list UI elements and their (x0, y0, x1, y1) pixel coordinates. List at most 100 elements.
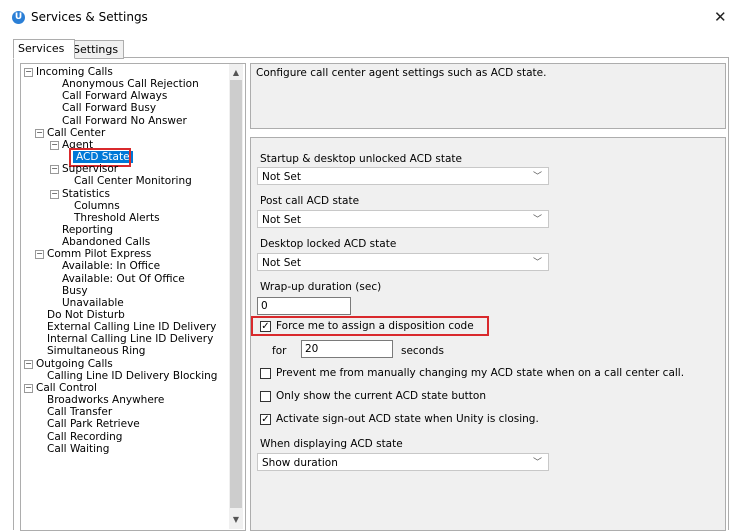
collapse-icon[interactable]: − (35, 128, 44, 138)
tree-item[interactable]: Call Forward No Answer (61, 115, 188, 127)
tree-item[interactable]: Call Forward Always (61, 90, 168, 102)
display-acd-label: When displaying ACD state (260, 438, 403, 450)
tree-item-label: Call Control (36, 381, 97, 394)
tree-item[interactable]: Busy (61, 285, 89, 297)
tree-item-label: Busy (62, 284, 88, 297)
prevent-acd-change-label: Prevent me from manually changing my ACD… (276, 367, 685, 379)
tree-item-label: Outgoing Calls (36, 357, 113, 370)
only-show-current-checkbox[interactable] (260, 391, 271, 402)
tree-item[interactable]: Call Waiting (46, 443, 110, 455)
chevron-down-icon: ﹀ (532, 458, 542, 468)
tree-item-label: Columns (74, 199, 120, 212)
checkmark-icon: ✓ (261, 414, 270, 425)
collapse-icon[interactable]: − (24, 68, 33, 77)
tree-item-label: Call Forward Busy (62, 102, 157, 115)
description-text: Configure call center agent settings suc… (256, 67, 547, 79)
display-acd-select[interactable]: Show duration ﹀ (257, 453, 549, 471)
window-title: Services & Settings (31, 10, 148, 24)
tree-item-label: Available: Out Of Office (62, 272, 185, 285)
scrollbar-thumb[interactable] (230, 80, 242, 508)
tree-item-label: Unavailable (62, 296, 124, 309)
tree-item[interactable]: Call Park Retrieve (46, 418, 141, 430)
tree-item[interactable]: Abandoned Calls (61, 236, 151, 248)
post-call-acd-label: Post call ACD state (260, 195, 360, 207)
for-label: for (272, 345, 287, 357)
prevent-acd-change-checkbox[interactable] (260, 368, 271, 379)
tree-item[interactable]: Call Recording (46, 431, 123, 443)
services-tree[interactable]: − Incoming Calls Anonymous Call Rejection C… (21, 64, 231, 530)
tree-item-label: Incoming Calls (36, 66, 113, 78)
scroll-up-icon[interactable]: ▲ (229, 66, 243, 80)
tree-item-label: Do Not Disturb (47, 309, 125, 321)
tree-item[interactable]: Broadworks Anywhere (46, 394, 165, 406)
tree-item[interactable]: Reporting (61, 224, 114, 236)
tree-item[interactable]: Do Not Disturb (46, 309, 126, 321)
activate-signout-checkbox[interactable]: ✓ (260, 414, 271, 425)
tree-item[interactable]: Available: In Office (61, 260, 161, 272)
tree-item-label: Call Center Monitoring (74, 175, 192, 188)
display-acd-value: Show duration (262, 457, 338, 469)
tree-item-label: Available: In Office (62, 260, 161, 273)
tree-item[interactable]: Columns (73, 200, 121, 212)
tree-item-label: Call Park Retrieve (47, 418, 140, 431)
wrapup-duration-input[interactable]: 0 (257, 297, 351, 315)
tree-item[interactable]: External Calling Line ID Delivery (46, 321, 217, 333)
tree-item-label: Call Recording (47, 430, 123, 443)
tree-item[interactable]: − Supervisor (50, 163, 119, 176)
services-tree-panel: − Incoming Calls Anonymous Call Rejection C… (20, 63, 246, 531)
tree-item[interactable]: Call Transfer (46, 406, 113, 418)
tree-item[interactable]: Call Forward Busy (61, 102, 157, 114)
tree-item[interactable]: Calling Line ID Delivery Blocking (46, 370, 218, 382)
collapse-icon[interactable]: − (50, 140, 59, 150)
chevron-down-icon: ﹀ (532, 172, 542, 182)
tree-scrollbar[interactable]: ▲ ▼ (229, 64, 243, 529)
locked-acd-label: Desktop locked ACD state (260, 238, 397, 250)
tree-item[interactable]: − Incoming Calls (24, 66, 114, 78)
tree-item[interactable]: Call Center Monitoring (73, 175, 193, 187)
tree-item[interactable]: Anonymous Call Rejection (61, 78, 200, 90)
tree-item[interactable]: Unavailable (61, 297, 125, 309)
disposition-seconds-input[interactable]: 20 (301, 340, 393, 358)
wrapup-duration-label: Wrap-up duration (sec) (260, 281, 382, 293)
unity-app-icon: U (12, 11, 25, 24)
tree-item-label: Call Forward Always (62, 90, 168, 103)
startup-acd-label: Startup & desktop unlocked ACD state (260, 153, 462, 165)
post-call-acd-value: Not Set (262, 214, 301, 226)
only-show-current-label: Only show the current ACD state button (276, 390, 486, 402)
activate-signout-label: Activate sign-out ACD state when Unity i… (276, 413, 539, 425)
tree-item[interactable]: − Comm Pilot Express (35, 248, 152, 260)
tree-item[interactable]: − Call Control (24, 381, 98, 394)
tab-services[interactable]: Services (13, 39, 75, 59)
collapse-icon[interactable]: − (24, 359, 33, 369)
collapse-icon[interactable]: − (50, 189, 59, 199)
chevron-down-icon: ﹀ (532, 215, 542, 225)
tree-item[interactable]: − Statistics (50, 187, 111, 200)
startup-acd-select[interactable]: Not Set ﹀ (257, 167, 549, 185)
tree-item-label: Call Transfer (47, 406, 113, 419)
tab-settings[interactable]: Settings (68, 40, 124, 59)
tree-item[interactable]: − Outgoing Calls (24, 357, 114, 370)
tree-item[interactable]: − Call Center (35, 127, 106, 139)
tree-item-label: Statistics (62, 187, 110, 200)
tree-item-label: Internal Calling Line ID Delivery (47, 333, 214, 346)
collapse-icon[interactable]: − (35, 250, 44, 260)
highlight-box-force (251, 316, 489, 336)
post-call-acd-select[interactable]: Not Set ﹀ (257, 210, 549, 228)
tree-item-label: Abandoned Calls (62, 236, 151, 249)
tree-item-label: Calling Line ID Delivery Blocking (47, 369, 218, 382)
tree-item-label: Supervisor (62, 163, 119, 176)
tree-item-label: Simultaneous Ring (47, 345, 146, 358)
collapse-icon[interactable]: − (50, 165, 59, 175)
tree-item[interactable]: Available: Out Of Office (61, 273, 186, 285)
tree-item[interactable]: Threshold Alerts (73, 212, 161, 224)
scroll-down-icon[interactable]: ▼ (229, 513, 243, 527)
locked-acd-value: Not Set (262, 257, 301, 269)
description-panel: Configure call center agent settings suc… (250, 63, 726, 129)
tree-item[interactable]: Internal Calling Line ID Delivery (46, 333, 214, 345)
tree-item[interactable]: Simultaneous Ring (46, 345, 146, 357)
title-bar: U Services & Settings ✕ (0, 0, 730, 34)
collapse-icon[interactable]: − (24, 383, 33, 393)
startup-acd-value: Not Set (262, 171, 301, 183)
close-icon[interactable]: ✕ (714, 8, 727, 26)
locked-acd-select[interactable]: Not Set ﹀ (257, 253, 549, 271)
